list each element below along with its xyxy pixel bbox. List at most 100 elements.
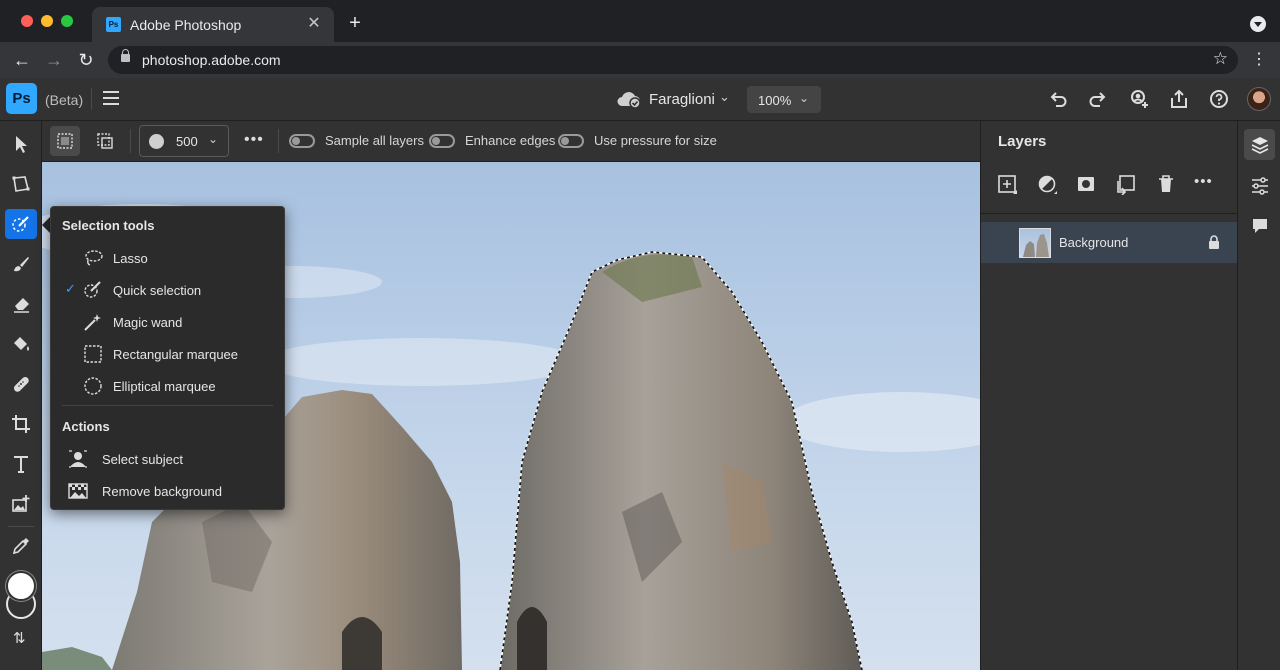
menu-item-label: Quick selection xyxy=(113,283,202,298)
menu-item-label: Elliptical marquee xyxy=(113,379,216,394)
tab-title: Adobe Photoshop xyxy=(130,17,242,33)
use-pressure-label: Use pressure for size xyxy=(594,133,717,148)
magic-wand-icon xyxy=(84,314,101,331)
foreground-color-swatch[interactable] xyxy=(6,571,36,601)
maximize-window-button[interactable] xyxy=(61,15,73,27)
menu-item-elliptical-marquee[interactable]: Elliptical marquee xyxy=(51,371,284,401)
layers-panel-button[interactable] xyxy=(1244,129,1275,160)
layer-thumbnail xyxy=(1019,228,1051,258)
document-name[interactable]: Faraglioni xyxy=(649,91,715,108)
reload-icon[interactable]: ↻ xyxy=(75,49,97,71)
forward-icon[interactable]: → xyxy=(43,49,65,71)
close-tab-icon[interactable]: ✕ xyxy=(304,14,324,34)
zoom-dropdown[interactable]: 100% ⌄ xyxy=(747,86,821,113)
lock-icon[interactable] xyxy=(1208,235,1220,249)
transform-icon xyxy=(12,176,30,192)
menu-item-label: Rectangular marquee xyxy=(113,347,239,362)
lasso-icon xyxy=(85,250,103,266)
menu-item-remove-background[interactable]: Remove background xyxy=(51,476,284,506)
sample-all-layers-label: Sample all layers xyxy=(325,133,424,148)
layers-panel: Layers ••• Background xyxy=(980,121,1238,670)
brush-icon xyxy=(14,257,29,272)
paint-bucket-icon xyxy=(14,337,29,351)
tab-search-icon[interactable] xyxy=(1250,16,1266,32)
enhance-edges-toggle[interactable] xyxy=(429,134,455,148)
delete-layer-icon[interactable] xyxy=(1155,173,1177,195)
clipping-mask-icon[interactable] xyxy=(1115,173,1137,195)
new-selection-button[interactable] xyxy=(50,126,80,156)
transform-tool-button[interactable] xyxy=(5,169,37,199)
layers-divider xyxy=(981,213,1238,214)
browser-menu-icon[interactable]: ⋮ xyxy=(1248,49,1270,71)
menu-item-rectangular-marquee[interactable]: Rectangular marquee xyxy=(51,339,284,369)
browser-tab-bar: Ps Adobe Photoshop ✕ + xyxy=(0,0,1280,42)
options-divider xyxy=(278,129,279,153)
menu-item-quick-selection[interactable]: ✓ Quick selection xyxy=(51,275,284,305)
new-selection-icon xyxy=(57,133,73,149)
checkmark-icon: ✓ xyxy=(65,281,76,296)
crop-icon xyxy=(12,415,30,433)
bandage-icon xyxy=(13,376,29,392)
brush-preview-icon xyxy=(149,134,164,149)
back-icon[interactable]: ← xyxy=(11,49,33,71)
redo-icon[interactable] xyxy=(1087,88,1109,110)
undo-icon[interactable] xyxy=(1047,88,1069,110)
layer-mask-icon[interactable] xyxy=(1075,173,1097,195)
bookmark-star-icon[interactable]: ☆ xyxy=(1213,49,1228,69)
minimize-window-button[interactable] xyxy=(41,15,53,27)
properties-panel-button[interactable] xyxy=(1244,170,1275,201)
header-divider xyxy=(91,88,92,110)
photoshop-logo[interactable]: Ps xyxy=(6,83,37,114)
type-tool-button[interactable] xyxy=(5,449,37,479)
use-pressure-toggle[interactable] xyxy=(558,134,584,148)
layer-name: Background xyxy=(1059,235,1129,250)
flyout-divider xyxy=(62,405,273,406)
browser-tab[interactable]: Ps Adobe Photoshop ✕ xyxy=(92,7,334,42)
menu-item-magic-wand[interactable]: Magic wand xyxy=(51,307,284,337)
toolbar-divider xyxy=(8,526,34,527)
layers-icon xyxy=(1251,137,1269,154)
swap-colors-icon[interactable]: ⇅ xyxy=(13,629,26,647)
close-window-button[interactable] xyxy=(21,15,33,27)
move-tool-button[interactable] xyxy=(5,129,37,159)
more-options-icon[interactable]: ••• xyxy=(244,131,264,149)
adjustment-layer-icon[interactable] xyxy=(1036,173,1058,195)
add-layer-icon[interactable] xyxy=(996,173,1018,195)
hamburger-menu-icon[interactable] xyxy=(103,91,119,105)
eyedropper-tool-button[interactable] xyxy=(5,531,37,561)
select-subject-icon xyxy=(69,450,87,468)
sliders-icon xyxy=(1252,177,1268,195)
url-text: photoshop.adobe.com xyxy=(142,52,281,68)
invite-user-icon[interactable] xyxy=(1128,88,1150,110)
quick-selection-tool-button[interactable] xyxy=(5,209,37,239)
more-layer-options-icon[interactable]: ••• xyxy=(1194,173,1216,195)
share-icon[interactable] xyxy=(1168,88,1190,110)
selection-tools-heading: Selection tools xyxy=(62,218,155,233)
chevron-down-icon[interactable]: ⌄ xyxy=(719,89,730,105)
add-image-tool-button[interactable] xyxy=(5,489,37,519)
eraser-icon xyxy=(14,298,29,313)
healing-brush-tool-button[interactable] xyxy=(5,369,37,399)
lock-icon xyxy=(121,49,130,62)
flyout-pointer xyxy=(42,217,50,233)
app-header: Ps (Beta) Faraglioni ⌄ 100% ⌄ xyxy=(0,78,1280,121)
paint-bucket-tool-button[interactable] xyxy=(5,329,37,359)
type-icon xyxy=(14,456,28,473)
crop-tool-button[interactable] xyxy=(5,409,37,439)
eraser-tool-button[interactable] xyxy=(5,289,37,319)
menu-item-lasso[interactable]: Lasso xyxy=(51,243,284,273)
new-tab-icon[interactable]: + xyxy=(344,12,366,34)
user-avatar[interactable] xyxy=(1247,87,1271,111)
menu-item-select-subject[interactable]: Select subject xyxy=(51,444,284,474)
zoom-value: 100% xyxy=(758,93,792,108)
comments-panel-button[interactable] xyxy=(1244,210,1275,241)
pointer-icon xyxy=(16,136,27,153)
address-bar[interactable]: photoshop.adobe.com ☆ xyxy=(108,46,1238,74)
add-to-selection-button[interactable] xyxy=(90,126,120,156)
brush-tool-button[interactable] xyxy=(5,249,37,279)
quick-selection-icon xyxy=(84,281,101,298)
help-icon[interactable] xyxy=(1208,88,1230,110)
sample-all-layers-toggle[interactable] xyxy=(289,134,315,148)
layer-row[interactable]: Background xyxy=(981,222,1237,263)
brush-size-dropdown[interactable]: 500 ⌄ xyxy=(139,125,229,157)
